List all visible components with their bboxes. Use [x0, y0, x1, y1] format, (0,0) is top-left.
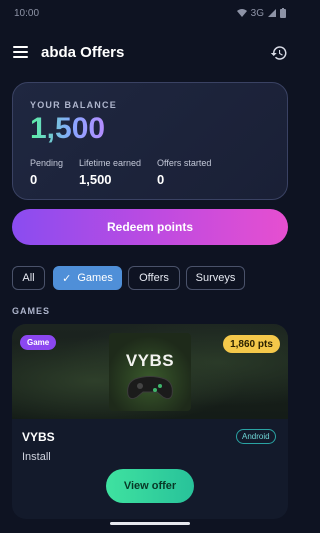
stat-label: Offers started [157, 158, 212, 168]
home-indicator [110, 522, 190, 525]
filter-chip-offers[interactable]: Offers [128, 266, 180, 290]
signal-icon [268, 9, 276, 17]
filter-chip-games[interactable]: ✓ Games [53, 266, 122, 290]
network-label: 3G [250, 7, 264, 19]
status-time: 10:00 [14, 7, 40, 19]
stat-lifetime-earned: Lifetime earned 1,500 [79, 158, 141, 187]
stat-offers-started: Offers started 0 [157, 158, 211, 187]
wifi-icon [236, 9, 247, 17]
status-icons: 3G [236, 7, 286, 19]
offer-card[interactable]: VYBS Game 1,860 pts VYBS Android Install… [12, 324, 288, 519]
check-icon: ✓ [62, 272, 72, 285]
stat-pending: Pending 0 [30, 158, 63, 187]
stat-value: 0 [30, 172, 38, 187]
history-icon[interactable] [270, 44, 288, 62]
menu-icon[interactable] [13, 46, 28, 58]
platform-badge: Android [236, 429, 276, 444]
offer-subtitle: Install [22, 451, 51, 463]
thumbnail-title: VYBS [125, 351, 175, 370]
battery-icon [280, 8, 286, 18]
balance-label: YOUR BALANCE [30, 100, 117, 110]
game-badge: Game [20, 335, 57, 350]
stat-value: 0 [157, 172, 165, 187]
status-bar: 10:00 3G [0, 0, 300, 26]
filter-chip-all[interactable]: All [12, 266, 45, 290]
offer-thumbnail: VYBS [109, 333, 191, 411]
points-badge: 1,860 pts [223, 335, 280, 353]
chip-label: Surveys [195, 272, 236, 284]
filter-chip-surveys[interactable]: Surveys [186, 266, 245, 290]
offer-title: VYBS [22, 430, 55, 444]
stat-value: 1,500 [79, 172, 112, 187]
stat-label: Pending [30, 158, 64, 168]
balance-value: 1,500 [30, 112, 106, 145]
view-offer-button[interactable]: View offer [106, 469, 194, 503]
chip-label: Games [77, 272, 113, 284]
chip-label: Offers [139, 272, 169, 284]
section-label-games: GAMES [12, 306, 51, 316]
redeem-points-button[interactable]: Redeem points [12, 209, 288, 245]
app-bar: abda Offers [0, 36, 300, 68]
gamepad-icon [127, 376, 173, 400]
balance-card: YOUR BALANCE 1,500 Pending 0 Lifetime ea… [12, 82, 288, 200]
page-title: abda Offers [41, 44, 125, 61]
stat-label: Lifetime earned [79, 158, 142, 168]
chip-label: All [22, 272, 35, 284]
